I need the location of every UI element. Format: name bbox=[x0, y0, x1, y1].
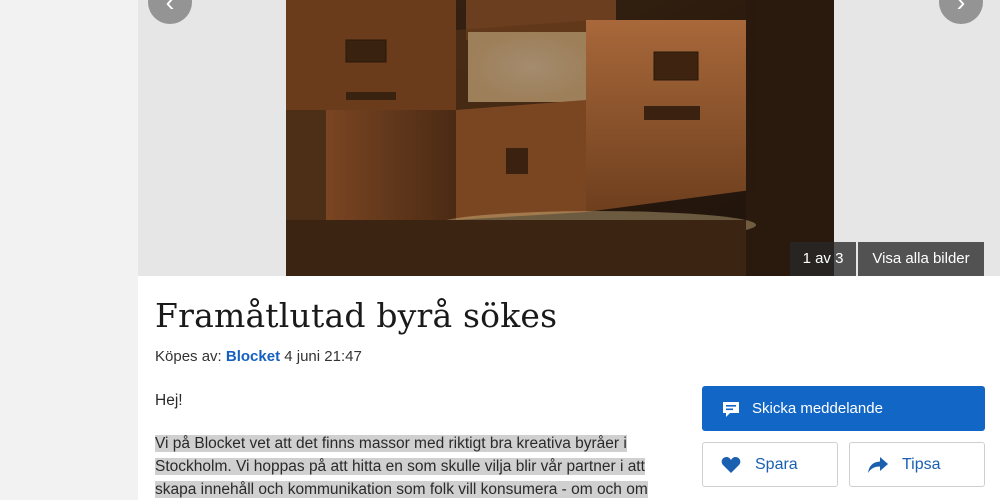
save-label: Spara bbox=[755, 455, 798, 473]
ad-photo[interactable] bbox=[286, 0, 834, 276]
ad-card: ‹ › 1 av 3 Visa alla bilder Framåtlutad … bbox=[138, 0, 1000, 500]
greeting-text: Hej! bbox=[155, 392, 183, 409]
share-button[interactable]: Tipsa bbox=[849, 442, 985, 487]
save-button[interactable]: Spara bbox=[702, 442, 838, 487]
description-line: skapa innehåll och kommunikation som fol… bbox=[155, 481, 648, 498]
send-message-button[interactable]: Skicka meddelande bbox=[702, 386, 985, 431]
heart-icon bbox=[721, 456, 741, 473]
image-gallery: ‹ › 1 av 3 Visa alla bilder bbox=[138, 0, 1000, 276]
share-label: Tipsa bbox=[902, 455, 941, 473]
meta-prefix: Köpes av: bbox=[155, 348, 222, 365]
show-all-images-button[interactable]: Visa alla bilder bbox=[858, 242, 984, 276]
page: ‹ › 1 av 3 Visa alla bilder Framåtlutad … bbox=[0, 0, 1000, 500]
seller-link[interactable]: Blocket bbox=[226, 348, 280, 365]
ad-date: 4 juni 21:47 bbox=[284, 348, 362, 365]
ad-meta: Köpes av: Blocket 4 juni 21:47 bbox=[155, 348, 362, 365]
drawers-image bbox=[286, 0, 834, 276]
gallery-prev-button[interactable]: ‹ bbox=[148, 0, 192, 24]
description-line: Stockholm. Vi hoppas på att hitta en som… bbox=[155, 458, 645, 475]
chat-bubble-icon bbox=[723, 401, 739, 417]
gallery-next-button[interactable]: › bbox=[939, 0, 983, 24]
image-counter: 1 av 3 bbox=[790, 242, 856, 276]
share-arrow-icon bbox=[868, 456, 888, 473]
description-paragraph: Vi på Blocket vet att det finns massor m… bbox=[155, 432, 695, 500]
ad-title: Framåtlutad byrå sökes bbox=[155, 296, 558, 335]
ad-description: Hej! Vi på Blocket vet att det finns mas… bbox=[155, 389, 695, 500]
description-line: Vi på Blocket vet att det finns massor m… bbox=[155, 435, 627, 452]
send-message-label: Skicka meddelande bbox=[752, 400, 883, 417]
